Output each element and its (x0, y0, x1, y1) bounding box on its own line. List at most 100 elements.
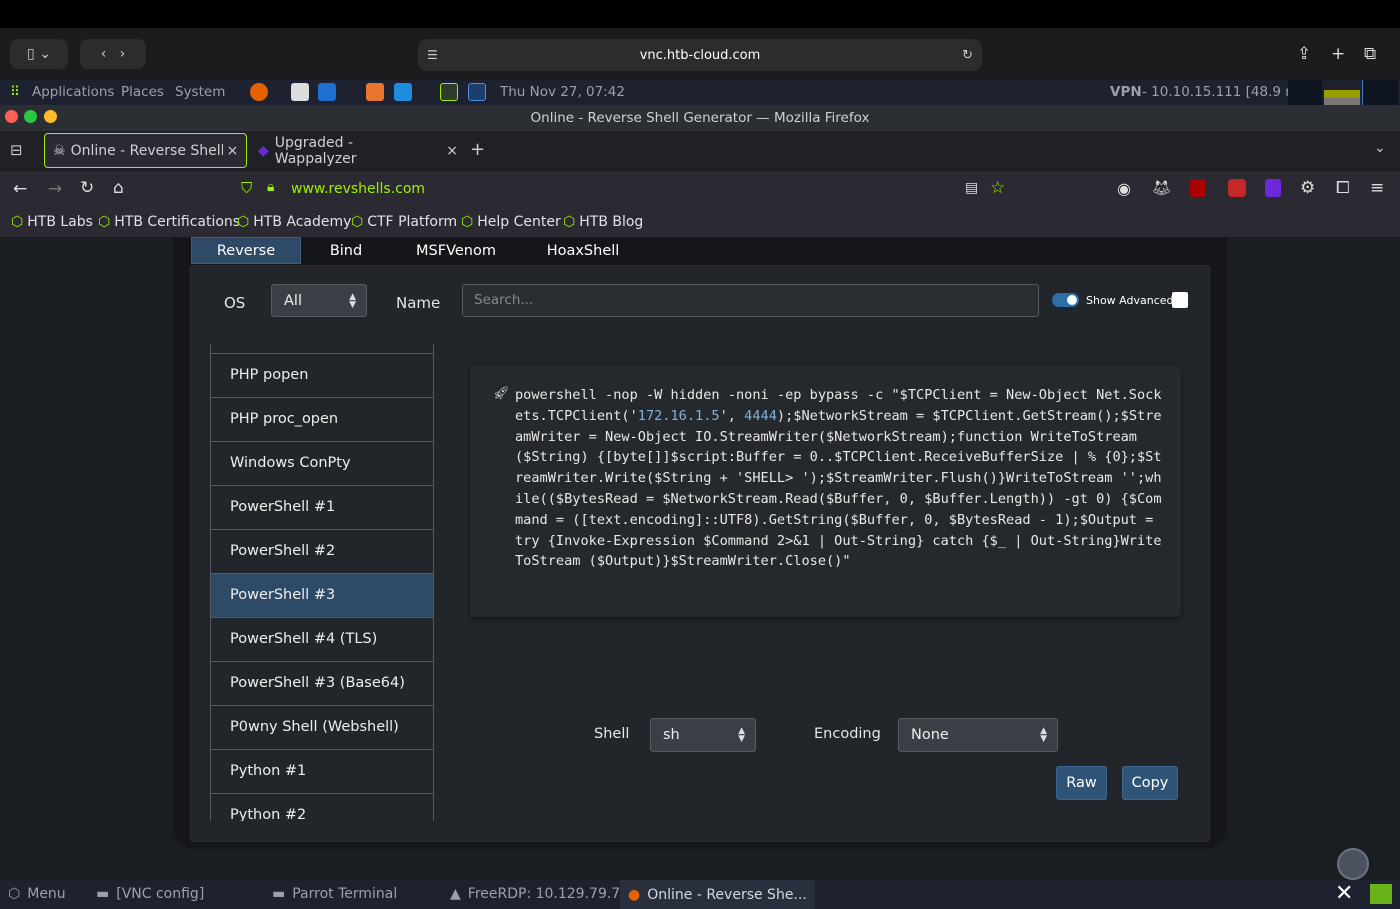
bookmark-help-center[interactable]: ⬡ Help Center (461, 214, 561, 230)
reload-icon[interactable]: ↻ (80, 178, 94, 198)
remote-desktop-launcher-icon[interactable] (394, 83, 412, 101)
htb-cube-icon: ⬡ (11, 214, 24, 230)
reader-view-icon[interactable]: ▤ (965, 180, 978, 196)
taskbar-menu[interactable]: ⬡ Menu (8, 886, 66, 902)
os-select-value: All (284, 292, 302, 309)
menu-applications[interactable]: Applications (32, 84, 114, 100)
back-icon[interactable]: ← (13, 179, 27, 199)
clipboard-icon[interactable] (1337, 848, 1369, 880)
back-forward-buttons[interactable]: ‹ › (80, 39, 146, 69)
menu-places[interactable]: Places (121, 84, 164, 100)
shell-select[interactable]: sh ▲ ▼ (650, 718, 756, 752)
rocket-icon: 🚀︎ (493, 386, 510, 401)
bookmark-htb-academy[interactable]: ⬡ HTB Academy (237, 214, 351, 230)
tracking-shield-icon[interactable]: ⛉ (241, 179, 252, 197)
menu-system[interactable]: System (175, 84, 225, 100)
list-item[interactable]: PHP proc_open (211, 398, 433, 442)
vscode-launcher-icon[interactable] (318, 83, 336, 101)
desktop-indicator-icon[interactable] (1370, 884, 1392, 904)
powershell-launcher-icon[interactable] (468, 83, 486, 101)
account-icon[interactable]: ◉ (1117, 179, 1131, 198)
bookmark-label: HTB Academy (253, 214, 352, 230)
clock: Thu Nov 27, 07:42 (500, 84, 625, 100)
bookmark-htb-blog[interactable]: ⬡ HTB Blog (563, 214, 643, 230)
lock-icon[interactable]: 🔒︎ (267, 179, 274, 195)
minimize-window-button[interactable] (44, 110, 57, 123)
extension-wappalyzer-icon[interactable] (1265, 179, 1281, 197)
new-tab-plus-icon[interactable]: + (470, 139, 485, 160)
firefox-tab-strip: ⊟ ☠ Online - Reverse Shell Ge × ◆ Upgrad… (0, 131, 1400, 171)
safari-url-text: vnc.htb-cloud.com (639, 47, 761, 63)
list-item[interactable]: Windows ConPty (211, 442, 433, 486)
hamburger-menu-icon[interactable]: ≡ (1370, 178, 1384, 198)
show-advanced-toggle[interactable] (1052, 293, 1079, 307)
firefox-launcher-icon[interactable] (250, 83, 268, 101)
extension-settings-icon[interactable]: ⚙ (1300, 178, 1315, 198)
list-item[interactable]: Python #1 (211, 750, 433, 794)
burpsuite-launcher-icon[interactable] (366, 83, 384, 101)
sidebar-toggle-button[interactable]: ▯ ⌄ (10, 39, 68, 69)
list-item[interactable]: PowerShell #4 (TLS) (211, 618, 433, 662)
window-icon: ▬ (96, 886, 110, 902)
extensions-puzzle-icon[interactable]: ⧠ (1336, 178, 1350, 198)
maximize-window-button[interactable] (24, 110, 37, 123)
tab-msfvenom[interactable]: MSFVenom (401, 237, 511, 264)
taskbar-item-firefox[interactable]: ● Online - Reverse She... (620, 880, 815, 909)
bookmark-star-icon[interactable]: ☆ (990, 178, 1005, 198)
tab-hoaxshell[interactable]: HoaxShell (528, 237, 638, 264)
raw-button[interactable]: Raw (1056, 766, 1107, 800)
safari-address-bar[interactable]: ☰ vnc.htb-cloud.com ↻ (418, 39, 982, 71)
extension-ublock-icon[interactable] (1190, 179, 1206, 197)
list-all-tabs-icon[interactable]: ⌄ (1374, 140, 1386, 156)
new-tab-icon[interactable]: + (1331, 44, 1345, 64)
command-text[interactable]: powershell -nop -W hidden -noni -ep bypa… (515, 385, 1165, 572)
share-icon[interactable]: ⇪ (1297, 44, 1311, 64)
page-settings-icon[interactable]: ☰ (427, 48, 438, 62)
vpn-info: - 10.10.15.111 [48.9 ms] (1142, 84, 1311, 100)
encoding-select[interactable]: None ▲ ▼ (898, 718, 1058, 752)
tab-revshells[interactable]: ☠ Online - Reverse Shell Ge × (44, 133, 247, 168)
tab-overview-icon[interactable]: ⧉ (1364, 44, 1376, 64)
apps-grid-icon[interactable]: ⠿ (10, 84, 20, 100)
list-item[interactable]: PowerShell #1 (211, 486, 433, 530)
bookmark-htb-labs[interactable]: ⬡ HTB Labs (11, 214, 93, 230)
terminal-launcher-icon[interactable] (440, 83, 458, 101)
taskbar-item-terminal[interactable]: ▬ Parrot Terminal (272, 886, 397, 902)
home-icon[interactable]: ⌂ (113, 178, 124, 198)
close-tab-icon[interactable]: × (227, 143, 239, 159)
list-item-partial[interactable]: · · · (211, 344, 433, 354)
save-icon[interactable] (1172, 292, 1188, 308)
list-item[interactable]: PHP popen (211, 354, 433, 398)
bookmark-htb-certifications[interactable]: ⬡ HTB Certifications (98, 214, 240, 230)
os-select[interactable]: All ▲ ▼ (271, 284, 367, 317)
os-label: OS (224, 294, 246, 312)
close-window-button[interactable] (5, 110, 18, 123)
forward-icon[interactable]: → (48, 179, 62, 199)
copy-button[interactable]: Copy (1122, 766, 1178, 800)
reload-icon[interactable]: ↻ (962, 48, 973, 63)
taskbar-item-freerdp[interactable]: ▲ FreeRDP: 10.129.79.78 (450, 886, 629, 902)
extension-cookie-icon[interactable] (1228, 179, 1246, 197)
document-viewer-icon[interactable] (291, 83, 309, 101)
address-bar[interactable]: www.revshells.com (291, 181, 425, 197)
command-output-box[interactable]: 🚀︎ powershell -nop -W hidden -noni -ep b… (470, 365, 1181, 617)
list-item[interactable]: PowerShell #3 (Base64) (211, 662, 433, 706)
tab-wappalyzer[interactable]: ◆ Upgraded - Wappalyzer × (258, 133, 458, 168)
extension-foxyproxy-icon[interactable]: 🦊︎ (1152, 179, 1171, 197)
tab-bind[interactable]: Bind (301, 237, 391, 264)
bookmark-label: HTB Blog (579, 214, 644, 230)
list-item-selected[interactable]: PowerShell #3 (211, 574, 433, 618)
close-tab-icon[interactable]: × (446, 143, 458, 159)
list-item[interactable]: P0wny Shell (Webshell) (211, 706, 433, 750)
tab-reverse[interactable]: Reverse (191, 237, 301, 264)
tab-list-icon[interactable]: ⊟ (10, 141, 23, 159)
bookmark-label: Help Center (477, 214, 561, 230)
list-item[interactable]: Python #2 (211, 794, 433, 821)
taskbar-item-vnc-config[interactable]: ▬ [VNC config] (96, 886, 204, 902)
bookmark-ctf-platform[interactable]: ⬡ CTF Platform (351, 214, 457, 230)
taskbar-item-label: Online - Reverse She... (647, 886, 807, 903)
list-item[interactable]: PowerShell #2 (211, 530, 433, 574)
os-taskbar: ⬡ Menu ▬ [VNC config] ▬ Parrot Terminal ▲ Fr… (0, 880, 1400, 909)
close-x-icon[interactable]: ✕ (1335, 881, 1353, 906)
search-input[interactable]: Search... (462, 284, 1039, 317)
